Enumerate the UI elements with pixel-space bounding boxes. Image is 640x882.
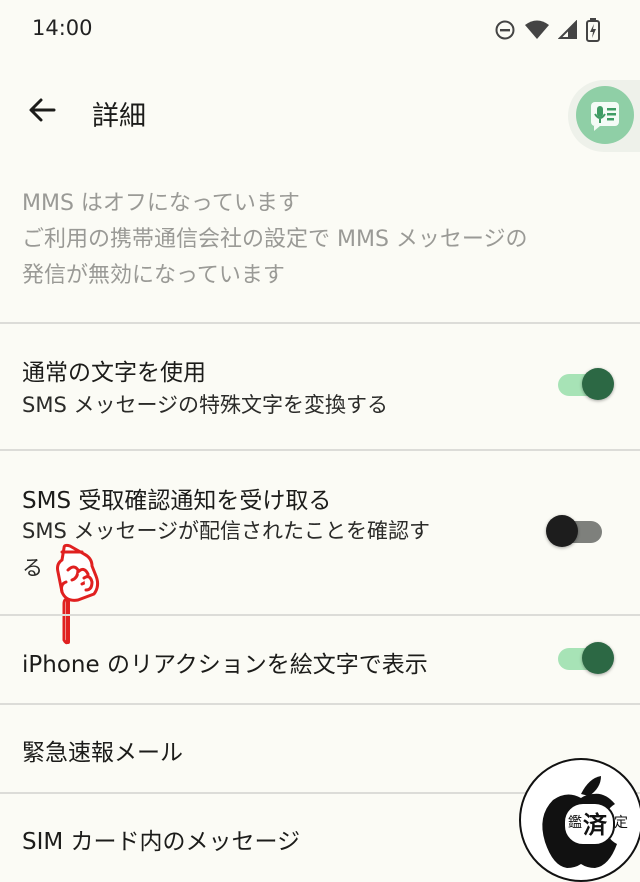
voice-message-icon	[591, 102, 619, 131]
setting-title: SMS 受取確認通知を受け取る	[22, 488, 332, 514]
delivery-reports-toggle[interactable]	[546, 515, 604, 547]
setting-title: 通常の文字を使用	[22, 360, 206, 386]
mms-info-text: MMS はオフになっています ご利用の携帯通信会社の設定で MMS メッセージの…	[22, 186, 622, 294]
status-time: 14:00	[32, 16, 93, 40]
toggle-thumb	[582, 368, 614, 400]
divider	[0, 703, 640, 705]
divider	[0, 449, 640, 451]
toggle-thumb	[582, 642, 614, 674]
pointing-hand-icon	[56, 543, 100, 645]
toggle-thumb	[546, 515, 578, 547]
mms-info-line-2: ご利用の携帯通信会社の設定で MMS メッセージの	[22, 227, 528, 252]
do-not-disturb-icon	[495, 20, 515, 40]
watermark-text-2: 済	[583, 810, 607, 839]
divider	[0, 322, 640, 324]
watermark-text-1: 鑑	[568, 815, 582, 831]
back-button[interactable]	[24, 92, 60, 128]
app-bar: 詳細	[0, 66, 640, 152]
mms-info-line-3: 発信が無効になっています	[22, 263, 285, 288]
watermark-seal: 鑑 済 定	[519, 758, 640, 882]
mms-info-line-1: MMS はオフになっています	[22, 191, 300, 216]
plain-characters-toggle[interactable]	[558, 368, 614, 400]
setting-subtitle: SMS メッセージの特殊文字を変換する	[22, 393, 389, 417]
setting-title: SIM カード内のメッセージ	[22, 829, 301, 855]
signal-icon	[558, 20, 577, 39]
watermark-text-3: 定	[614, 815, 628, 831]
status-bar: 14:00	[0, 0, 640, 58]
setting-title: 緊急速報メール	[22, 740, 183, 766]
divider	[0, 614, 640, 616]
setting-title: iPhone のリアクションを絵文字で表示	[22, 652, 428, 678]
setting-subtitle-line-2: る	[22, 556, 43, 580]
wifi-icon	[525, 20, 549, 39]
battery-icon	[586, 18, 600, 42]
assistant-button[interactable]	[568, 80, 640, 152]
status-icons	[494, 18, 600, 42]
arrow-back-icon	[29, 98, 56, 122]
iphone-reactions-toggle[interactable]	[558, 642, 614, 674]
page-title: 詳細	[92, 101, 146, 132]
assistant-bubble	[576, 86, 634, 144]
